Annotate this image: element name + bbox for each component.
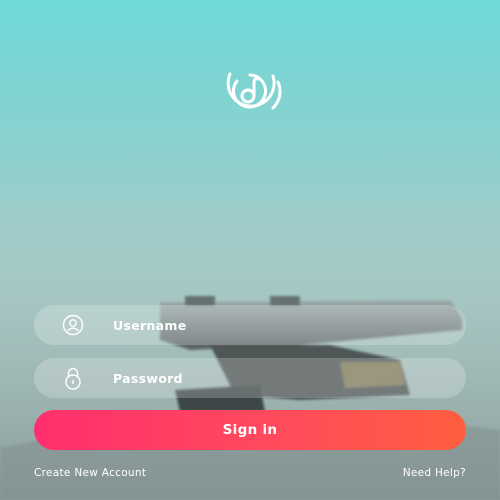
password-placeholder: Password bbox=[113, 370, 183, 386]
need-help-link[interactable]: Need Help? bbox=[403, 467, 466, 479]
username-placeholder: Username bbox=[113, 317, 187, 333]
create-account-link[interactable]: Create New Account bbox=[34, 467, 146, 479]
username-field[interactable]: Username bbox=[34, 305, 466, 345]
user-icon bbox=[60, 312, 86, 338]
music-note-circle-icon bbox=[226, 72, 282, 110]
lock-icon bbox=[60, 365, 86, 391]
sign-in-button[interactable]: Sign in bbox=[34, 410, 466, 450]
password-field[interactable]: Password bbox=[34, 358, 466, 398]
